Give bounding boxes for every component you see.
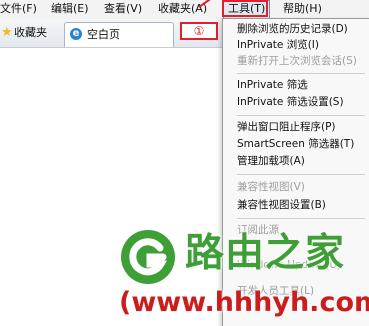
menu-item-manage-addons[interactable]: 管理加载项(A): [237, 155, 305, 168]
tools-dropdown-menu: 删除浏览的历史记录(D) InPrivate 浏览(I) 重新打开上次浏览会话(…: [222, 18, 369, 326]
menu-gutter: [223, 19, 234, 326]
menu-item-delete-history[interactable]: 删除浏览的历史记录(D): [237, 23, 348, 36]
watermark-title: 路由之家: [185, 231, 346, 276]
menu-item-popup-blocker[interactable]: 弹出窗口阻止程序(P): [237, 121, 336, 134]
ie-icon: e: [70, 28, 82, 40]
tab-label: 空白页: [87, 28, 120, 41]
favorites-button-label: 收藏夹: [14, 26, 47, 39]
menu-file[interactable]: 文件(F): [0, 2, 37, 16]
menu-help[interactable]: 帮助(H): [283, 2, 322, 16]
menu-item-reopen-session: 重新打开上次浏览会话(S): [237, 55, 357, 67]
menu-separator: [237, 218, 365, 219]
menu-item-compat-view-settings[interactable]: 兼容性视图设置(B): [237, 199, 326, 212]
menu-item-compat-view: 兼容性视图(V): [237, 181, 305, 193]
menu-item-inprivate-filter-settings[interactable]: InPrivate 筛选设置(S): [237, 96, 344, 109]
menu-view[interactable]: 查看(V): [104, 2, 142, 16]
star-icon: ★: [1, 25, 13, 40]
step-badge: ①: [180, 22, 218, 40]
menu-separator: [237, 73, 365, 74]
tools-highlight-box: [222, 0, 268, 17]
browser-window: 文件(F) 编辑(E) 查看(V) 收藏夹(A) 工具(T) 帮助(H) ★ 收…: [0, 0, 369, 326]
menu-separator: [237, 174, 365, 175]
menu-item-smartscreen[interactable]: SmartScreen 筛选器(T): [237, 138, 354, 151]
favorites-button[interactable]: ★ 收藏夹: [0, 23, 55, 43]
menu-item-inprivate-filter[interactable]: InPrivate 筛选: [237, 79, 308, 92]
router-home-logo: [121, 230, 175, 284]
menu-bar: 文件(F) 编辑(E) 查看(V) 收藏夹(A) 工具(T) 帮助(H): [0, 0, 369, 20]
menu-separator: [237, 115, 365, 116]
watermark-url: (www.hhhyh.com): [119, 287, 369, 318]
menu-edit[interactable]: 编辑(E): [51, 2, 89, 16]
tab-blank-page[interactable]: e 空白页: [64, 22, 174, 47]
menu-item-inprivate-browsing[interactable]: InPrivate 浏览(I): [237, 39, 319, 52]
